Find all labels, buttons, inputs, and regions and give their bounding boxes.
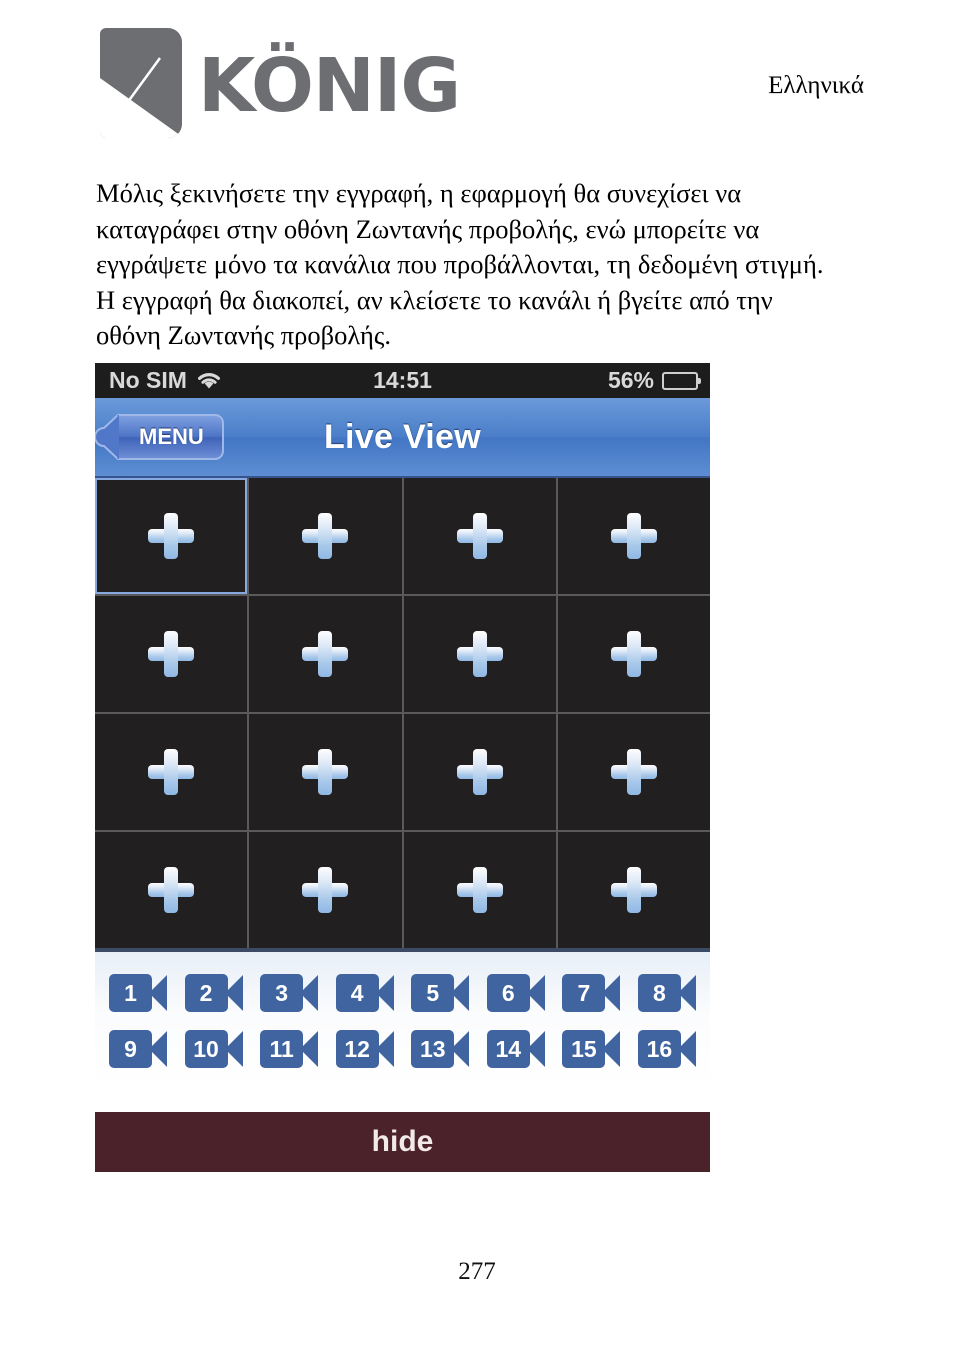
status-bar-right: 56%: [607, 367, 701, 394]
channel-button[interactable]: 9: [109, 1030, 167, 1068]
channel-button[interactable]: 5: [411, 974, 470, 1012]
channel-button[interactable]: 1: [109, 974, 167, 1012]
camera-cell[interactable]: [403, 478, 556, 594]
camera-cell[interactable]: [557, 832, 710, 948]
channel-button-label: 1: [109, 974, 152, 1012]
plus-icon: [610, 749, 657, 795]
menu-back-button[interactable]: MENU: [94, 411, 224, 463]
camera-cell[interactable]: [95, 596, 248, 712]
menu-back-button-label: MENU: [139, 424, 204, 449]
plus-icon: [302, 867, 349, 913]
channel-button-label: 8: [637, 974, 681, 1012]
battery-icon: [662, 371, 701, 390]
battery-percent-label: 56%: [607, 367, 654, 393]
navigation-bar: MENU Live View: [94, 398, 710, 478]
plus-icon: [148, 513, 195, 559]
page-header: KÖNIG Ελληνικά: [0, 0, 954, 160]
channel-button[interactable]: 15: [562, 1030, 621, 1068]
channel-button-label: 3: [260, 974, 304, 1012]
logo-slash-icon: [101, 57, 162, 137]
camera-cell[interactable]: [557, 714, 710, 830]
channel-button[interactable]: 3: [260, 974, 319, 1012]
channel-button-label: 12: [335, 1030, 379, 1068]
plus-icon: [610, 867, 657, 913]
plus-icon: [456, 631, 503, 677]
channel-button[interactable]: 2: [184, 974, 243, 1012]
channel-button-label: 9: [109, 1030, 152, 1068]
plus-icon: [302, 749, 349, 795]
page-number: 277: [458, 1258, 496, 1285]
channel-button-label: 11: [260, 1030, 304, 1068]
konig-logo: KÖNIG: [100, 28, 461, 138]
plus-icon: [610, 631, 657, 677]
channel-button[interactable]: 11: [260, 1030, 319, 1068]
plus-icon: [302, 513, 349, 559]
channel-button[interactable]: 13: [411, 1030, 470, 1068]
channel-button-label: 13: [411, 1030, 455, 1068]
camera-cell[interactable]: [403, 714, 556, 830]
instruction-paragraph: Μόλις ξεκινήσετε την εγγραφή, η εφαρμογή…: [96, 178, 824, 350]
status-bar: No SIM 14:51 56%: [95, 363, 710, 398]
channel-button-label: 10: [184, 1030, 228, 1068]
camera-cell[interactable]: [95, 478, 248, 594]
channel-button[interactable]: 8: [637, 974, 696, 1012]
channel-button[interactable]: 14: [486, 1030, 545, 1068]
channel-button-label: 5: [411, 974, 455, 1012]
camera-cell[interactable]: [403, 596, 556, 712]
plus-icon: [148, 867, 195, 913]
channel-row-2: 9 10 11 12 13 14 15 16: [95, 1030, 710, 1068]
camera-cell[interactable]: [95, 832, 248, 948]
phone-screenshot: No SIM 14:51 56% MENU Live View 1 2 3 4 …: [94, 363, 710, 1172]
channel-button-label: 2: [184, 974, 228, 1012]
channel-button-label: 15: [562, 1030, 606, 1068]
hide-button[interactable]: hide: [95, 1112, 710, 1172]
back-chevron-icon: [94, 411, 121, 463]
camera-lens-icon: [602, 975, 621, 1011]
channel-button-label: 14: [486, 1030, 530, 1068]
channel-button-label: 7: [562, 974, 606, 1012]
camera-cell[interactable]: [403, 832, 556, 948]
hide-button-label: hide: [371, 1125, 434, 1158]
channel-button[interactable]: 12: [335, 1030, 394, 1068]
channel-button[interactable]: 10: [184, 1030, 243, 1068]
channel-button[interactable]: 16: [637, 1030, 696, 1068]
camera-cell[interactable]: [249, 714, 402, 830]
channel-button[interactable]: 6: [486, 974, 545, 1012]
camera-cell[interactable]: [557, 596, 710, 712]
channel-row-1: 1 2 3 4 5 6 7 8: [95, 974, 710, 1012]
camera-grid: [95, 478, 710, 952]
camera-cell[interactable]: [557, 478, 710, 594]
language-label: Ελληνικά: [768, 72, 864, 99]
plus-icon: [302, 631, 349, 677]
camera-lens-icon: [602, 1031, 621, 1067]
plus-icon: [456, 867, 503, 913]
channel-button-label: 4: [335, 974, 379, 1012]
channel-button-label: 6: [486, 974, 530, 1012]
channel-button-label: 16: [637, 1030, 681, 1068]
camera-cell[interactable]: [249, 478, 402, 594]
plus-icon: [148, 749, 195, 795]
camera-cell[interactable]: [249, 832, 402, 948]
channel-selector-panel: 1 2 3 4 5 6 7 8 9 10 11 12 13 14 15 16: [95, 952, 710, 1090]
plus-icon: [610, 513, 657, 559]
camera-cell[interactable]: [95, 714, 248, 830]
panel-spacer: [95, 1090, 710, 1112]
camera-cell[interactable]: [249, 596, 402, 712]
konig-wordmark: KÖNIG: [198, 43, 461, 129]
plus-icon: [148, 631, 195, 677]
plus-icon: [456, 513, 503, 559]
konig-logo-mark: [100, 28, 182, 138]
channel-button[interactable]: 4: [335, 974, 394, 1012]
channel-button[interactable]: 7: [562, 974, 621, 1012]
plus-icon: [456, 749, 503, 795]
